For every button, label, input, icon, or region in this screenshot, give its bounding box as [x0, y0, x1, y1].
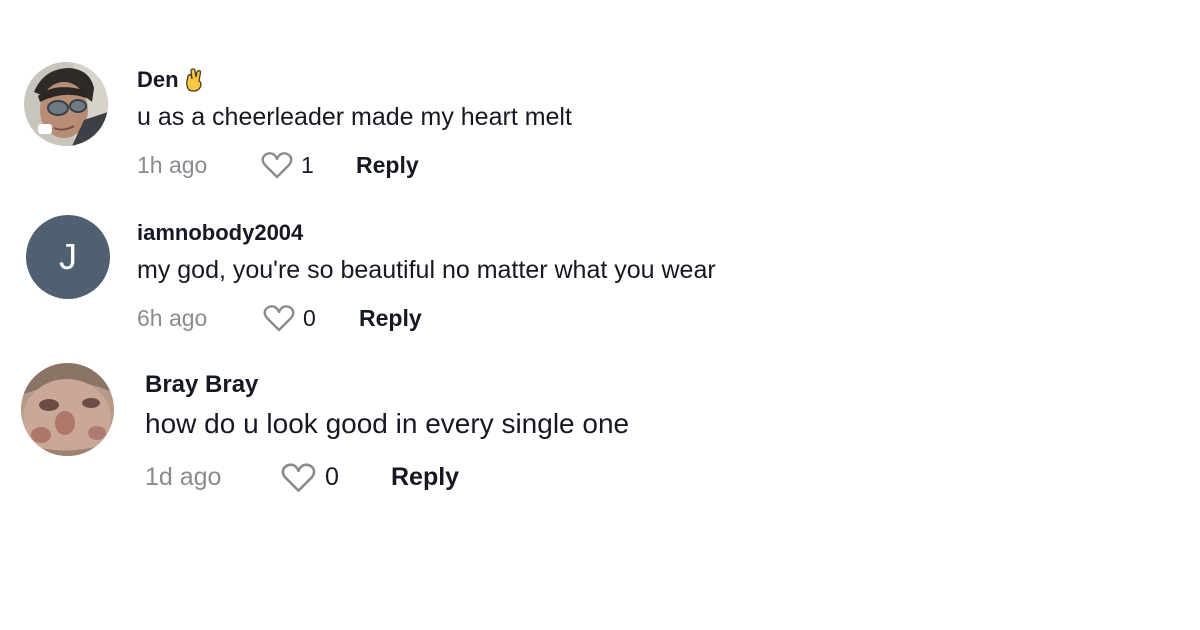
timestamp: 1h ago — [137, 151, 208, 178]
heart-icon — [261, 152, 293, 179]
reply-button[interactable]: Reply — [391, 463, 459, 492]
like-button[interactable]: 1 — [261, 151, 356, 179]
username-label: Den — [137, 67, 179, 92]
comment-meta: 1d ago 0 Reply — [145, 462, 629, 493]
comment-text: my god, you're so beautiful no matter wh… — [137, 256, 716, 284]
avatar-photo — [21, 363, 114, 456]
timestamp: 1d ago — [145, 463, 222, 491]
comment-body: Bray Bray how do u look good in every si… — [145, 370, 629, 493]
comment-text: u as a cheerleader made my heart melt — [137, 103, 572, 131]
avatar-letter: J — [59, 236, 77, 277]
like-count: 0 — [303, 304, 316, 331]
avatar[interactable]: J — [26, 215, 110, 299]
username[interactable]: Den — [137, 66, 572, 94]
avatar[interactable] — [21, 363, 114, 456]
like-button[interactable]: 0 — [263, 304, 359, 332]
comment-list: Den u as a cheerleader made my heart mel… — [0, 0, 1200, 630]
comment-body: Den u as a cheerleader made my heart mel… — [137, 66, 572, 179]
username-label: Bray Bray — [145, 371, 259, 398]
avatar-photo — [24, 62, 108, 146]
reply-button[interactable]: Reply — [356, 152, 419, 179]
like-count: 0 — [325, 463, 339, 491]
like-count: 1 — [301, 151, 314, 178]
hand-gesture-emoji-icon — [185, 68, 202, 92]
username-label: iamnobody2004 — [137, 220, 304, 245]
username[interactable]: Bray Bray — [145, 370, 629, 400]
reply-button[interactable]: Reply — [359, 305, 422, 332]
comment-text: how do u look good in every single one — [145, 408, 630, 439]
comment-meta: 1h ago 1 Reply — [137, 151, 572, 179]
comment-body: iamnobody2004 my god, you're so beautifu… — [137, 219, 716, 332]
heart-icon — [281, 463, 316, 492]
username[interactable]: iamnobody2004 — [137, 219, 716, 247]
like-button[interactable]: 0 — [281, 462, 391, 493]
timestamp: 6h ago — [137, 304, 208, 331]
avatar[interactable] — [24, 62, 108, 146]
comment-meta: 6h ago 0 Reply — [137, 304, 716, 332]
heart-icon — [263, 305, 295, 332]
